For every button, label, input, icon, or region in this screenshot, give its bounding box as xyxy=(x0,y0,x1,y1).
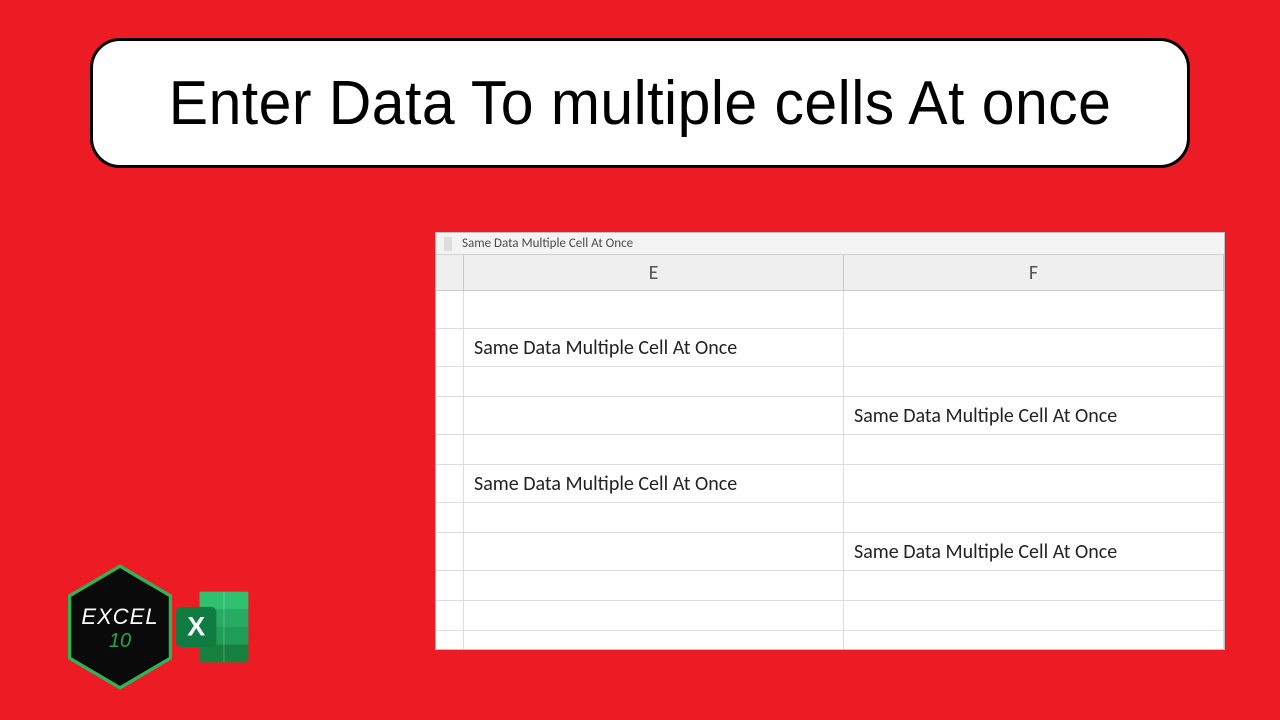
cell[interactable] xyxy=(464,571,844,600)
table-row: Same Data Multiple Cell At Once xyxy=(436,329,1224,367)
cell[interactable] xyxy=(464,367,844,396)
table-row xyxy=(436,503,1224,533)
cell[interactable] xyxy=(464,397,844,434)
formula-bar[interactable]: Same Data Multiple Cell At Once xyxy=(436,233,1224,255)
title-card: Enter Data To multiple cells At once xyxy=(90,38,1190,168)
cell[interactable]: Same Data Multiple Cell At Once xyxy=(844,533,1224,570)
cell[interactable] xyxy=(844,329,1224,366)
row-header[interactable] xyxy=(436,291,464,328)
table-row xyxy=(436,291,1224,329)
excel10-hex-logo: EXCEL 10 xyxy=(65,564,175,690)
cell[interactable] xyxy=(844,601,1224,630)
cell[interactable] xyxy=(844,435,1224,464)
cell[interactable] xyxy=(844,367,1224,396)
table-row: Same Data Multiple Cell At Once xyxy=(436,533,1224,571)
cell[interactable] xyxy=(844,291,1224,328)
table-row xyxy=(436,367,1224,397)
formula-bar-grip-icon xyxy=(444,237,452,251)
row-header[interactable] xyxy=(436,367,464,396)
table-row: Same Data Multiple Cell At Once xyxy=(436,397,1224,435)
row-header[interactable] xyxy=(436,397,464,434)
row-header[interactable] xyxy=(436,571,464,600)
excel-app-icon: X xyxy=(171,585,255,669)
cell[interactable] xyxy=(844,571,1224,600)
row-header[interactable] xyxy=(436,503,464,532)
table-row xyxy=(436,571,1224,601)
row-header[interactable] xyxy=(436,465,464,502)
cell[interactable] xyxy=(844,631,1224,649)
cell[interactable]: Same Data Multiple Cell At Once xyxy=(464,465,844,502)
cell[interactable]: Same Data Multiple Cell At Once xyxy=(464,329,844,366)
table-row xyxy=(436,601,1224,631)
row-header[interactable] xyxy=(436,601,464,630)
hex-logo-bottom-text: 10 xyxy=(65,630,175,653)
cell[interactable] xyxy=(844,503,1224,532)
table-row xyxy=(436,631,1224,649)
cell[interactable]: Same Data Multiple Cell At Once xyxy=(844,397,1224,434)
row-header[interactable] xyxy=(436,329,464,366)
excel-x-letter: X xyxy=(187,611,205,641)
cell[interactable] xyxy=(464,435,844,464)
column-header-E[interactable]: E xyxy=(464,255,844,290)
cell[interactable] xyxy=(464,291,844,328)
spreadsheet-panel: Same Data Multiple Cell At Once E F Same… xyxy=(435,232,1225,650)
cell[interactable] xyxy=(464,503,844,532)
page-title: Enter Data To multiple cells At once xyxy=(169,68,1112,139)
cell[interactable] xyxy=(844,465,1224,502)
select-all-corner[interactable] xyxy=(436,255,464,290)
row-header[interactable] xyxy=(436,631,464,649)
formula-bar-text: Same Data Multiple Cell At Once xyxy=(462,236,633,251)
table-row: Same Data Multiple Cell At Once xyxy=(436,465,1224,503)
row-header[interactable] xyxy=(436,435,464,464)
table-row xyxy=(436,435,1224,465)
column-header-row: E F xyxy=(436,255,1224,291)
column-header-F[interactable]: F xyxy=(844,255,1224,290)
cell[interactable] xyxy=(464,533,844,570)
cell[interactable] xyxy=(464,601,844,630)
row-header[interactable] xyxy=(436,533,464,570)
hex-logo-top-text: EXCEL xyxy=(65,604,175,630)
logo-cluster: EXCEL 10 X xyxy=(65,564,255,690)
cell[interactable] xyxy=(464,631,844,649)
